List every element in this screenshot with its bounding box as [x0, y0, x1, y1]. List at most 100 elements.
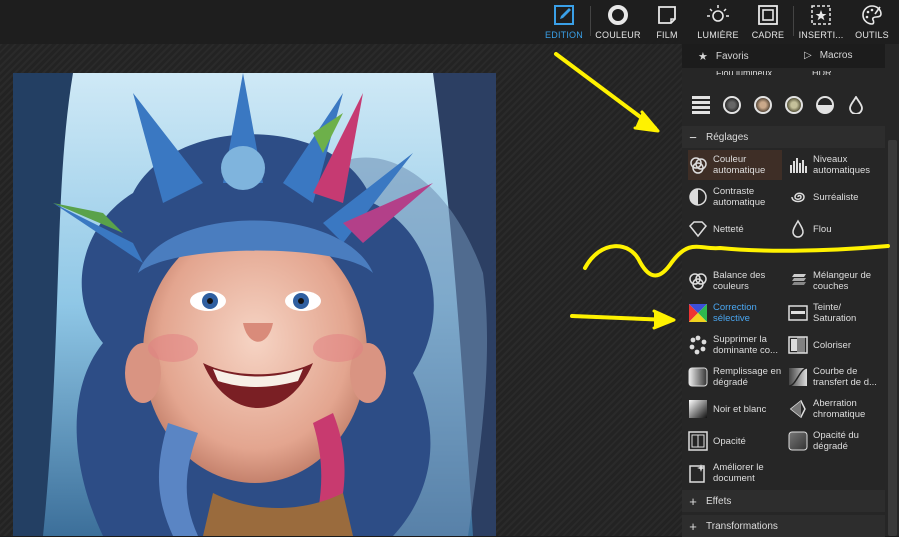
hue-saturation-icon [788, 305, 808, 321]
item-couleur-automatique[interactable]: Couleur automatique [688, 150, 782, 180]
item-balance-des-couleurs[interactable]: Balance des couleurs [688, 266, 782, 296]
item-supprimer-la-dominante[interactable]: Supprimer la dominante co... [688, 330, 782, 360]
item-aberration-chromatique[interactable]: Aberration chromatique [788, 394, 882, 424]
item-label: Aberration chromatique [813, 398, 866, 420]
item-label: Mélangeur de couches [813, 270, 872, 292]
toolbar-divider [590, 6, 591, 36]
expand-icon: + [689, 518, 697, 534]
item-melangeur-de-couches[interactable]: Mélangeur de couches [788, 266, 882, 296]
list-lines-icon[interactable] [692, 96, 710, 114]
list-item-flou-lumineux[interactable]: Flou lumineux [692, 69, 772, 77]
item-coloriser[interactable]: Coloriser [788, 330, 882, 360]
drop-icon[interactable] [847, 95, 865, 115]
collapse-icon: − [689, 129, 697, 145]
tool-label: OUTILS [855, 30, 889, 40]
gradient-opacity-icon [788, 431, 808, 451]
section-reglages[interactable]: − Réglages [682, 126, 885, 148]
item-label: Surréaliste [813, 191, 859, 203]
tool-edition[interactable]: EDITION [545, 0, 583, 44]
tool-outils[interactable]: OUTILS [855, 0, 889, 44]
remove-cast-icon [689, 335, 707, 355]
top-toolbar: EDITION COULEUR FILM LUMIÈRE CADRE INSER… [0, 0, 899, 44]
item-label: Niveaux automatiques [813, 154, 871, 176]
item-contraste-automatique[interactable]: Contraste automatique [688, 182, 782, 212]
tool-film[interactable]: FILM [654, 0, 680, 44]
item-noir-et-blanc[interactable]: Noir et blanc [688, 394, 782, 424]
item-label: Teinte/ Saturation [813, 302, 857, 324]
play-icon: ▷ [804, 50, 812, 61]
swirl-icon [791, 192, 805, 203]
section-title: Transformations [706, 520, 778, 532]
expand-icon: + [689, 493, 697, 509]
tool-label: FILM [656, 30, 678, 40]
right-panel: ★ Favoris ▷ Macros Flou lumineux HDR − R… [682, 44, 899, 537]
tint-circle-icon[interactable] [785, 96, 803, 114]
panel-scrollbar[interactable] [888, 140, 897, 536]
auto-contrast-icon [689, 188, 707, 206]
item-label: Contraste automatique [713, 186, 766, 208]
blur-drop-icon [792, 219, 804, 238]
tab-label: Macros [819, 50, 853, 61]
edit-icon [553, 4, 575, 26]
item-label: Couleur automatique [713, 154, 766, 176]
item-surrealiste[interactable]: Surréaliste [788, 182, 882, 212]
tool-label: COULEUR [595, 30, 641, 40]
quick-icons-row [692, 95, 865, 115]
opacity-icon [688, 431, 708, 451]
section-title: Réglages [706, 131, 749, 143]
panel-header: ★ Favoris ▷ Macros [682, 44, 885, 68]
tool-label: CADRE [751, 30, 785, 40]
black-white-icon [689, 400, 707, 418]
tab-favoris[interactable]: ★ Favoris [698, 50, 749, 63]
insert-star-icon [810, 4, 832, 26]
item-correction-selective[interactable]: Correction sélective [688, 298, 782, 328]
item-remplissage-en-degrade[interactable]: Remplissage en dégradé [688, 362, 782, 392]
item-nettete[interactable]: Netteté [688, 214, 782, 244]
tab-macros[interactable]: ▷ Macros [804, 50, 853, 61]
chromatic-aberration-icon [789, 399, 806, 419]
section-transformations[interactable]: + Transformations [682, 515, 885, 537]
color-balance-icon [689, 273, 707, 290]
auto-color-icon [690, 157, 707, 174]
item-courbe-de-transfert[interactable]: Courbe de transfert de d... [788, 362, 882, 392]
half-circle-icon[interactable] [816, 96, 834, 114]
item-flou[interactable]: Flou [788, 214, 882, 244]
item-ameliorer-le-document[interactable]: Améliorer le document [688, 458, 798, 488]
tool-cadre[interactable]: CADRE [751, 0, 785, 44]
item-label: Netteté [713, 223, 744, 235]
item-label: Remplissage en dégradé [713, 366, 782, 388]
tool-couleur[interactable]: COULEUR [595, 0, 641, 44]
item-niveaux-automatiques[interactable]: Niveaux automatiques [788, 150, 882, 180]
list-item-hdr[interactable]: HDR [788, 69, 832, 77]
film-icon [656, 4, 678, 26]
section-effets[interactable]: + Effets [682, 490, 885, 512]
tool-lumiere[interactable]: LUMIÈRE [697, 0, 739, 44]
sun-icon [707, 4, 729, 26]
circle-icon [607, 4, 629, 26]
item-label: Flou [813, 223, 832, 235]
item-label: Améliorer le document [713, 462, 764, 484]
palette-icon [861, 4, 883, 26]
item-label: Opacité [713, 435, 746, 447]
section-title: Effets [706, 495, 732, 507]
enhance-document-icon [689, 464, 705, 483]
vignette-circle-icon[interactable] [723, 96, 741, 114]
item-opacite-du-degrade[interactable]: Opacité du dégradé [788, 426, 882, 456]
edited-photo[interactable] [13, 73, 496, 536]
tool-label: LUMIÈRE [697, 30, 739, 40]
tab-label: Favoris [715, 51, 749, 62]
item-label: Opacité du dégradé [813, 430, 859, 452]
sharpen-diamond-icon [688, 221, 708, 238]
frame-icon [757, 4, 779, 26]
item-label: Correction sélective [713, 302, 757, 324]
item-teinte-saturation[interactable]: Teinte/ Saturation [788, 298, 882, 328]
tool-insertion[interactable]: INSERTI... [798, 0, 844, 44]
sepia-circle-icon[interactable] [754, 96, 772, 114]
auto-levels-icon [790, 158, 807, 173]
curve-icon [788, 367, 808, 387]
item-opacite[interactable]: Opacité [688, 426, 782, 456]
item-label: Balance des couleurs [713, 270, 766, 292]
channel-mixer-icon [792, 274, 806, 285]
tool-label: EDITION [545, 30, 583, 40]
tool-label: INSERTI... [798, 30, 844, 40]
